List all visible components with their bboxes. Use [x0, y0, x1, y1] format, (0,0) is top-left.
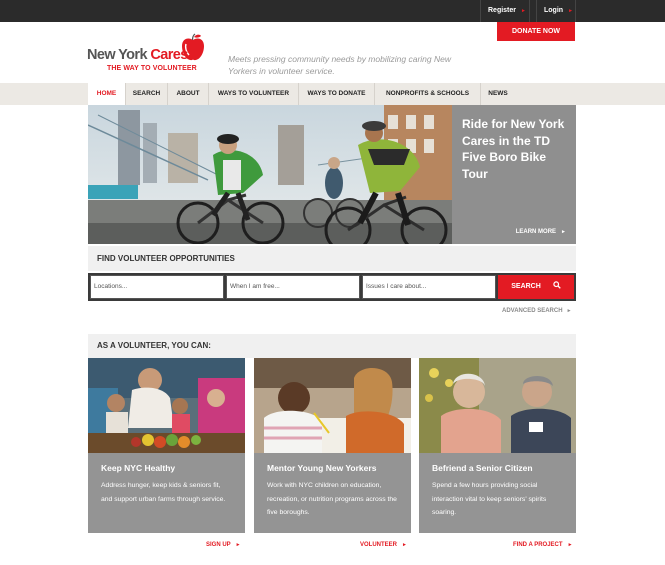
card-mentor-young-new-yorkers[interactable]: Mentor Young New Yorkers Work with NYC c… [254, 358, 411, 533]
advanced-search-link[interactable]: ADVANCED SEARCH ► [502, 308, 572, 314]
nav-ways-to-donate[interactable]: WAYS TO DONATE [299, 83, 375, 105]
nav-about[interactable]: ABOUT [168, 83, 209, 105]
find-a-project-label: FIND A PROJECT [513, 542, 563, 548]
card-body: Befriend a Senior Citizen Spend a few ho… [419, 453, 576, 533]
card-description: Address hunger, keep kids & seniors fit,… [101, 482, 226, 503]
magnifier-icon [553, 281, 561, 289]
card-photo [88, 358, 245, 453]
triangle-right-icon: ► [235, 542, 241, 548]
advanced-search-label: ADVANCED SEARCH [502, 308, 563, 314]
logo-tagline: THE WAY TO VOLUNTEER [107, 65, 197, 72]
logo-name-part1: New York [87, 47, 151, 63]
card-befriend-a-senior-citizen[interactable]: Befriend a Senior Citizen Spend a few ho… [419, 358, 576, 533]
hero-title: Ride for New York Cares in the TD Five B… [462, 117, 565, 181]
triangle-right-icon: ► [521, 8, 526, 14]
card-title: Keep NYC Healthy [101, 463, 176, 473]
triangle-right-icon: ► [567, 542, 573, 548]
location-field[interactable]: Locations... [90, 275, 224, 299]
sign-up-link[interactable]: SIGN UP ► [206, 542, 241, 548]
hero-photo[interactable] [88, 105, 452, 244]
card-photo [254, 358, 411, 453]
register-label: Register [488, 7, 517, 14]
nav-search[interactable]: SEARCH [126, 83, 168, 105]
nav-nonprofits-schools[interactable]: NONPROFITS & SCHOOLS [375, 83, 481, 105]
sign-up-label: SIGN UP [206, 542, 231, 548]
triangle-right-icon: ► [566, 308, 572, 314]
utility-bar: Register ► Login ► [0, 0, 665, 22]
login-label: Login [544, 7, 564, 14]
search-button[interactable]: SEARCH [498, 275, 574, 299]
mission-statement: Meets pressing community needs by mobili… [228, 54, 451, 76]
login-link[interactable]: Login ► [536, 0, 576, 22]
card-photo [419, 358, 576, 453]
nav-news[interactable]: NEWS [481, 83, 515, 105]
hero-caption-panel: Ride for New York Cares in the TD Five B… [452, 105, 576, 244]
find-opportunities-heading: FIND VOLUNTEER OPPORTUNITIES [88, 246, 576, 271]
card-title: Mentor Young New Yorkers [267, 463, 377, 473]
triangle-right-icon: ► [402, 542, 407, 548]
volunteer-link[interactable]: VOLUNTEER ► [360, 542, 407, 548]
card-keep-nyc-healthy[interactable]: Keep NYC Healthy Address hunger, keep ki… [88, 358, 245, 533]
card-title: Befriend a Senior Citizen [432, 463, 533, 473]
find-a-project-link[interactable]: FIND A PROJECT ► [513, 542, 573, 548]
triangle-right-icon: ► [568, 8, 574, 14]
volunteer-link-label: VOLUNTEER [360, 542, 398, 548]
learn-more-link[interactable]: LEARN MORE ► [516, 229, 566, 235]
site-logo[interactable]: New York Cares THE WAY TO VOLUNTEER [87, 33, 212, 75]
logo-wordmark: New York Cares [87, 47, 188, 63]
donate-button[interactable]: DONATE NOW [497, 22, 575, 41]
card-description: Work with NYC children on education, rec… [267, 482, 397, 516]
triangle-right-icon: ► [561, 229, 566, 235]
availability-field[interactable]: When I am free... [226, 275, 360, 299]
nav-home[interactable]: HOME [88, 83, 126, 105]
search-bar: Locations... When I am free... Issues I … [88, 273, 576, 301]
logo-name-part2: Cares [150, 47, 188, 63]
search-button-label: SEARCH [511, 283, 541, 290]
card-body: Mentor Young New Yorkers Work with NYC c… [254, 453, 411, 533]
nav-ways-to-volunteer[interactable]: WAYS TO VOLUNTEER [209, 83, 299, 105]
volunteer-heading: AS A VOLUNTEER, YOU CAN: [88, 334, 576, 358]
card-body: Keep NYC Healthy Address hunger, keep ki… [88, 453, 245, 533]
learn-more-label: LEARN MORE [515, 229, 557, 235]
register-link[interactable]: Register ► [480, 0, 530, 22]
card-description: Spend a few hours providing social inter… [432, 482, 547, 516]
cyclists-photo [88, 105, 452, 244]
issues-field[interactable]: Issues I care about... [362, 275, 496, 299]
